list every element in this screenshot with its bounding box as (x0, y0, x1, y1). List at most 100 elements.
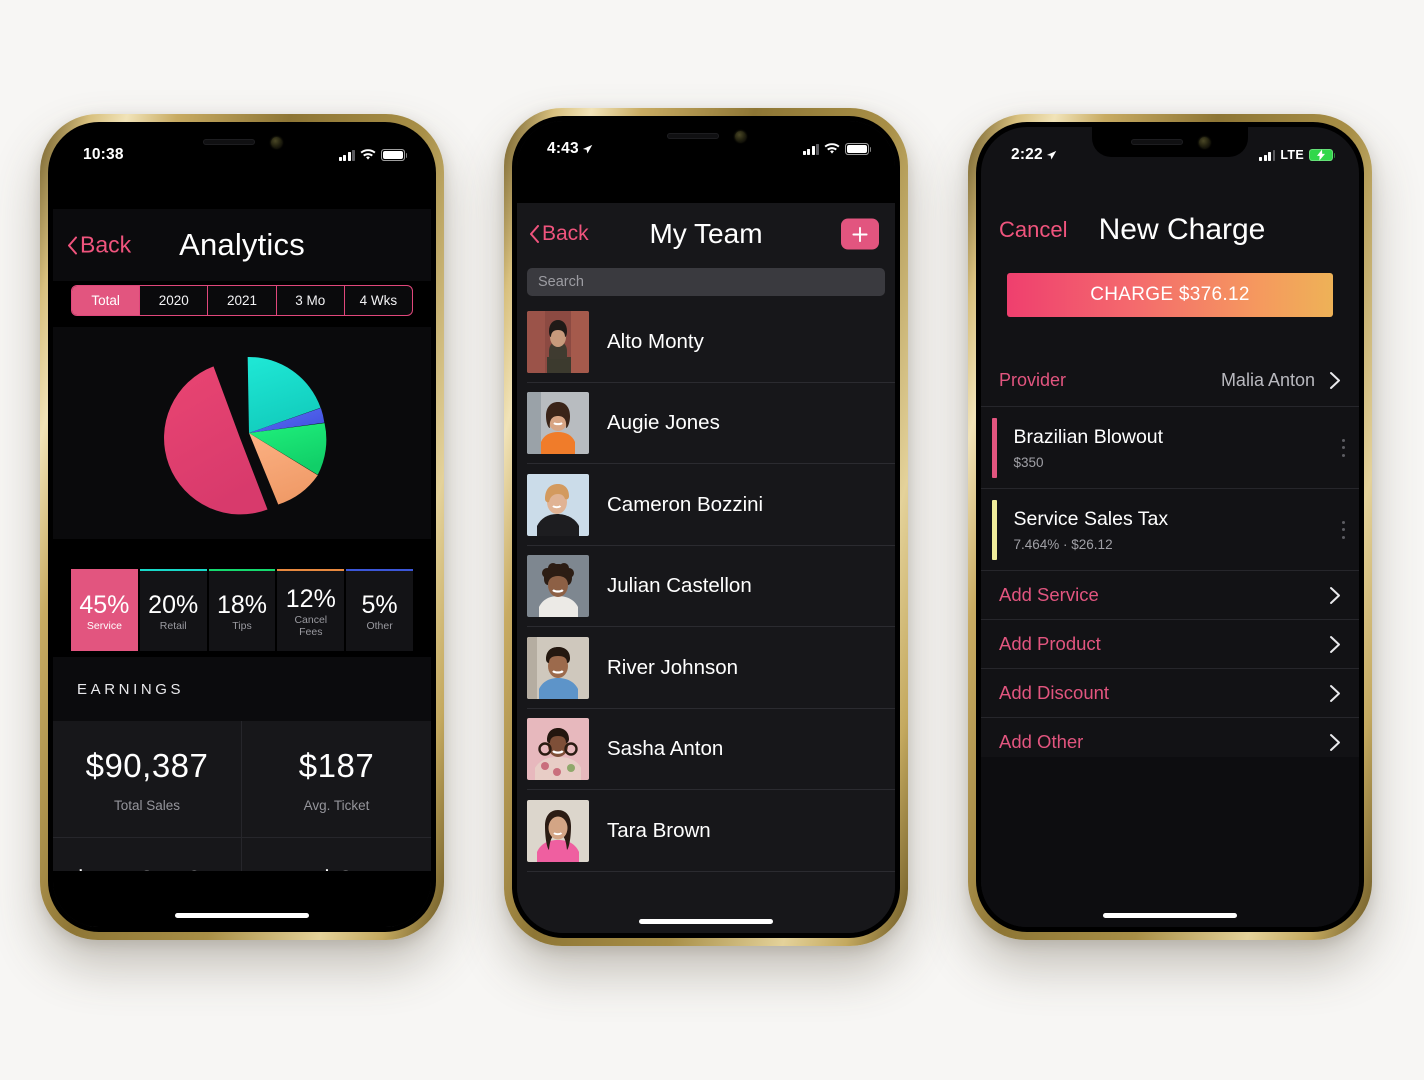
chevron-right-icon (1330, 372, 1340, 389)
chevron-right-icon (1330, 635, 1340, 653)
line-item-title: Service Sales Tax (1013, 507, 1169, 530)
back-button[interactable]: Back (529, 222, 589, 246)
earnings-value: $187 (298, 747, 375, 784)
status-bar-left-2: 4:43 (547, 140, 593, 158)
cellular-bars-icon (1259, 149, 1276, 161)
stat-card-retail[interactable]: 20% Retail (139, 569, 207, 651)
line-item-subtitle: 7.464% · $26.12 (1013, 536, 1113, 552)
add-row-label: Add Discount (999, 682, 1110, 703)
more-vertical-icon[interactable] (1342, 520, 1345, 539)
segment-total[interactable]: Total (72, 286, 141, 315)
provider-row[interactable]: Provider Malia Anton (981, 355, 1359, 407)
stat-percent: 18% (216, 590, 268, 619)
status-bar-right-1 (339, 149, 408, 161)
clock-time: 10:38 (83, 146, 124, 163)
cancel-button[interactable]: Cancel (999, 217, 1067, 243)
add-row-label: Add Product (999, 633, 1101, 654)
stat-label: Service (86, 619, 122, 632)
line-item-text: Service Sales Tax 7.464% · $26.12 (1014, 508, 1169, 552)
avatar (527, 718, 589, 781)
notch-3 (1092, 127, 1248, 157)
screenshot-stage: 10:38 Back Analytics Total 2020 2021 3 M… (0, 0, 1424, 1080)
line-item-text: Brazilian Blowout $350 (1014, 426, 1164, 470)
phone-analytics: 10:38 Back Analytics Total 2020 2021 3 M… (40, 114, 444, 940)
search-input[interactable]: Search (527, 268, 885, 296)
list-item[interactable]: Julian Castellon (517, 546, 895, 628)
list-item[interactable]: Tara Brown (517, 790, 895, 872)
member-name: Augie Jones (607, 411, 720, 435)
member-name: Julian Castellon (607, 574, 752, 598)
list-item[interactable]: Sasha Anton (517, 709, 895, 791)
member-name: Cameron Bozzini (607, 492, 764, 516)
add-member-button[interactable] (841, 218, 879, 250)
avatar (527, 555, 589, 618)
location-arrow-icon (1046, 150, 1057, 159)
back-button-label: Back (542, 222, 589, 245)
wifi-icon (824, 143, 840, 154)
list-item[interactable]: Augie Jones (517, 383, 895, 465)
battery-full-icon (845, 143, 872, 155)
avatar (527, 636, 589, 699)
avatar-image (527, 310, 589, 373)
stat-percent: 20% (148, 590, 199, 619)
phone-3-screen: 2:22 LTE Cancel New Charge CHARGE $376.1… (981, 127, 1359, 927)
avatar (527, 799, 589, 862)
wifi-icon (360, 149, 376, 160)
line-item-subtitle: $350 (1013, 454, 1044, 470)
bolt-icon (1317, 149, 1325, 161)
line-item-row[interactable]: Service Sales Tax 7.464% · $26.12 (981, 489, 1359, 571)
empty-area (981, 757, 1359, 927)
charge-button[interactable]: CHARGE $376.12 (1007, 273, 1333, 317)
stat-label: Other (366, 619, 393, 632)
back-button-label: Back (80, 231, 132, 258)
segment-3mo[interactable]: 3 Mo (277, 286, 345, 315)
earnings-label: Total Sales (113, 798, 181, 813)
home-indicator-1[interactable] (175, 912, 309, 918)
segment-4wks[interactable]: 4 Wks (345, 286, 412, 315)
chevron-right-icon (1330, 684, 1340, 702)
stat-card-cancel-fees[interactable]: 12% Cancel Fees (277, 569, 345, 651)
cellular-bars-icon (803, 143, 819, 155)
back-button[interactable]: Back (67, 232, 131, 259)
stat-card-tips[interactable]: 18% Tips (208, 569, 276, 651)
phone-1-bezel-inner: 10:38 Back Analytics Total 2020 2021 3 M… (48, 122, 436, 932)
period-segmented-control[interactable]: Total 2020 2021 3 Mo 4 Wks (71, 285, 413, 316)
avatar (527, 392, 589, 455)
status-bar-left-1: 10:38 (83, 146, 124, 164)
list-item[interactable]: Alto Monty (517, 301, 895, 383)
stat-card-service[interactable]: 45% Service (71, 569, 138, 651)
add-row-label: Add Service (999, 584, 1099, 605)
analytics-pie-chart (164, 357, 327, 515)
pie-chart-panel (53, 327, 431, 539)
earnings-section-header: EARNINGS (53, 657, 431, 721)
list-item[interactable]: Cameron Bozzini (517, 464, 895, 546)
front-camera-icon (1198, 136, 1210, 148)
line-item-color-bar (992, 417, 997, 478)
speaker-grille-icon (1130, 139, 1183, 145)
battery-charging-icon (1309, 149, 1336, 161)
team-member-list[interactable]: Alto Monty Augie Jones Cameron Bozzini J… (517, 301, 895, 933)
chevron-right-icon (1330, 586, 1340, 604)
add-service-row[interactable]: Add Service (981, 571, 1359, 620)
notch-1 (164, 127, 320, 157)
more-vertical-icon[interactable] (1342, 438, 1345, 457)
segment-2021[interactable]: 2021 (208, 286, 277, 315)
earnings-label: Avg. Ticket (303, 798, 370, 813)
add-discount-row[interactable]: Add Discount (981, 669, 1359, 718)
line-item-row[interactable]: Brazilian Blowout $350 (981, 407, 1359, 489)
list-item[interactable]: River Johnson (517, 627, 895, 709)
home-indicator-3[interactable] (1103, 912, 1237, 918)
phone-2-screen: 4:43 Back My Team Search Alto Monty Augi… (517, 121, 895, 933)
member-name: Tara Brown (607, 818, 711, 842)
stat-card-other[interactable]: 5% Other (346, 569, 413, 651)
home-indicator-2[interactable] (639, 918, 773, 924)
add-product-row[interactable]: Add Product (981, 620, 1359, 669)
segment-2020[interactable]: 2020 (140, 286, 209, 315)
clock-time: 4:43 (547, 140, 579, 157)
avatar-image (527, 636, 589, 699)
status-bar-left-3: 2:22 (1011, 146, 1057, 164)
avatar-image (527, 799, 589, 862)
earnings-value: $90,387 (85, 747, 209, 784)
analytics-screen: 10:38 Back Analytics Total 2020 2021 3 M… (53, 127, 431, 927)
avatar (527, 310, 589, 373)
